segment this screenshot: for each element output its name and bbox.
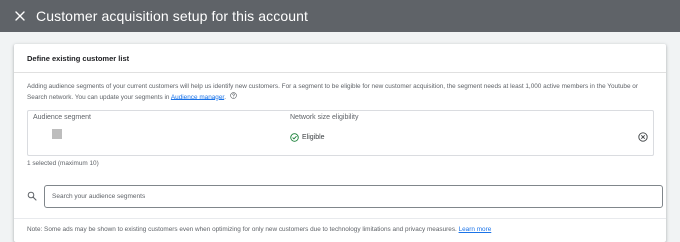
help-icon[interactable]	[229, 91, 237, 103]
divider	[14, 218, 666, 219]
card-header: Define existing customer list	[14, 44, 666, 73]
section-description: Adding audience segments of your current…	[27, 82, 657, 102]
column-header-eligibility: Network size eligibility	[290, 114, 359, 121]
learn-more-link[interactable]: Learn more	[459, 226, 492, 233]
customer-list-card: Define existing customer list Adding aud…	[14, 44, 666, 242]
search-input[interactable]	[44, 185, 663, 208]
search-row	[27, 184, 663, 208]
column-header-segment: Audience segment	[33, 114, 91, 121]
eligibility-status: Eligible	[290, 133, 325, 142]
section-title: Define existing customer list	[27, 53, 130, 63]
description-text: Adding audience segments of your current…	[27, 83, 638, 101]
remove-circle-icon	[638, 132, 648, 142]
description-end: .	[224, 93, 226, 101]
page-title: Customer acquisition setup for this acco…	[36, 8, 308, 24]
audience-manager-link[interactable]: Audience manager	[171, 93, 224, 100]
close-icon	[15, 11, 25, 21]
footer-note: Note: Some ads may be shown to existing …	[27, 226, 491, 233]
selected-count: 1 selected (maximum 10)	[27, 160, 99, 167]
note-text: Note: Some ads may be shown to existing …	[27, 226, 459, 233]
segment-thumbnail	[52, 129, 62, 139]
search-icon	[27, 191, 37, 201]
top-bar: Customer acquisition setup for this acco…	[0, 0, 680, 32]
check-circle-icon	[290, 133, 299, 142]
close-button[interactable]	[10, 6, 30, 26]
remove-segment-button[interactable]	[637, 131, 649, 143]
eligibility-label: Eligible	[302, 134, 325, 141]
audience-segment-table: Audience segment Network size eligibilit…	[27, 110, 654, 156]
